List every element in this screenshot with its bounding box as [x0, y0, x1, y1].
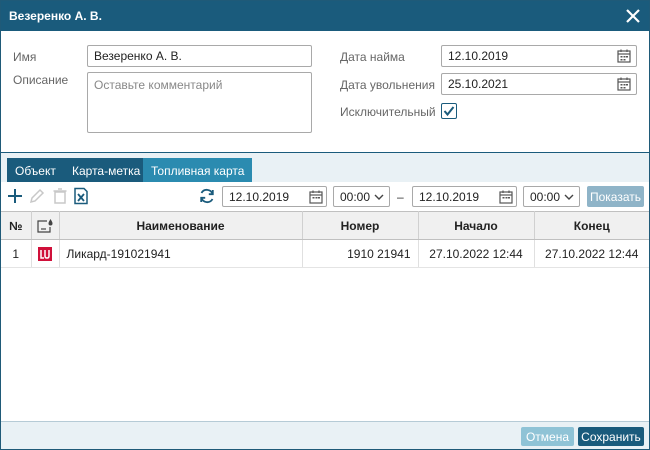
calendar-icon[interactable]	[309, 190, 323, 204]
close-icon[interactable]	[623, 6, 643, 26]
column-header-card-number[interactable]: Номер	[302, 211, 419, 240]
tab-object[interactable]: Объект	[7, 158, 64, 183]
description-textarea[interactable]: Оставьте комментарий	[87, 72, 312, 133]
refresh-icon[interactable]	[198, 187, 216, 205]
calendar-icon[interactable]	[617, 77, 631, 91]
date-to-value: 12.10.2019	[419, 190, 480, 204]
column-header-start[interactable]: Начало	[418, 211, 535, 240]
column-header-name[interactable]: Наименование	[59, 211, 303, 240]
delete-icon[interactable]	[51, 187, 69, 205]
name-value: Везеренко А. В.	[94, 49, 182, 63]
add-icon[interactable]	[6, 187, 24, 205]
excel-export-icon[interactable]	[72, 187, 90, 205]
dialog-footer: Отмена Сохранить	[1, 421, 649, 449]
hire-date-label: Дата найма	[340, 50, 405, 64]
lukoil-logo-icon	[38, 246, 52, 261]
column-header-logo[interactable]	[31, 211, 60, 240]
dismiss-date-label: Дата увольнения	[340, 78, 435, 92]
table-row[interactable]: 1 Ликард-191021941 1910 21941 27.10.2022…	[1, 239, 649, 268]
fuel-card-dialog: Везеренко А. В. Имя Везеренко А. В. Опис…	[0, 0, 650, 450]
calendar-icon[interactable]	[617, 49, 631, 63]
hire-date-value: 12.10.2019	[448, 49, 509, 63]
row-end: 27.10.2022 12:44	[534, 239, 649, 268]
chevron-down-icon	[564, 194, 574, 200]
table-header-row: № Наименование Номер Начало Конец	[1, 211, 649, 240]
calendar-icon[interactable]	[499, 190, 513, 204]
tab-fuel-card[interactable]: Топливная карта	[143, 158, 253, 183]
exclusive-label: Исключительный	[340, 105, 436, 119]
cancel-button[interactable]: Отмена	[521, 427, 574, 446]
description-label: Описание	[13, 73, 69, 87]
save-button[interactable]: Сохранить	[578, 427, 644, 446]
name-label: Имя	[13, 50, 37, 64]
column-header-end[interactable]: Конец	[534, 211, 649, 240]
date-from-value: 12.10.2019	[229, 190, 290, 204]
dismiss-date-input[interactable]: 25.10.2021	[441, 73, 637, 95]
description-placeholder: Оставьте комментарий	[94, 78, 223, 92]
row-name: Ликард-191021941	[59, 239, 303, 268]
row-start: 27.10.2022 12:44	[418, 239, 535, 268]
time-from-value: 00:00	[340, 190, 371, 204]
show-button[interactable]: Показать	[587, 186, 644, 207]
tab-bar: Объект Карта-метка Топливная карта	[1, 152, 649, 183]
tab-card-tag[interactable]: Карта-метка	[64, 158, 149, 183]
dialog-title: Везеренко А. В.	[9, 9, 102, 23]
dismiss-date-value: 25.10.2021	[448, 77, 509, 91]
edit-icon[interactable]	[28, 187, 46, 205]
exclusive-checkbox[interactable]	[441, 103, 457, 119]
fuel-card-table: № Наименование Номер Начало Конец 1 Лика…	[1, 211, 649, 268]
column-header-number[interactable]: №	[1, 211, 32, 240]
row-number: 1	[1, 239, 32, 268]
row-card-number: 1910 21941	[302, 239, 419, 268]
checkmark-icon	[443, 106, 455, 117]
title-bar: Везеренко А. В.	[1, 1, 649, 31]
chevron-down-icon	[374, 194, 384, 200]
card-drop-icon	[37, 218, 53, 233]
time-to-value: 00:00	[530, 190, 561, 204]
lukoil-logo	[31, 239, 60, 268]
name-input[interactable]: Везеренко А. В.	[87, 45, 312, 67]
hire-date-input[interactable]: 12.10.2019	[441, 45, 637, 67]
range-dash: –	[397, 190, 404, 204]
